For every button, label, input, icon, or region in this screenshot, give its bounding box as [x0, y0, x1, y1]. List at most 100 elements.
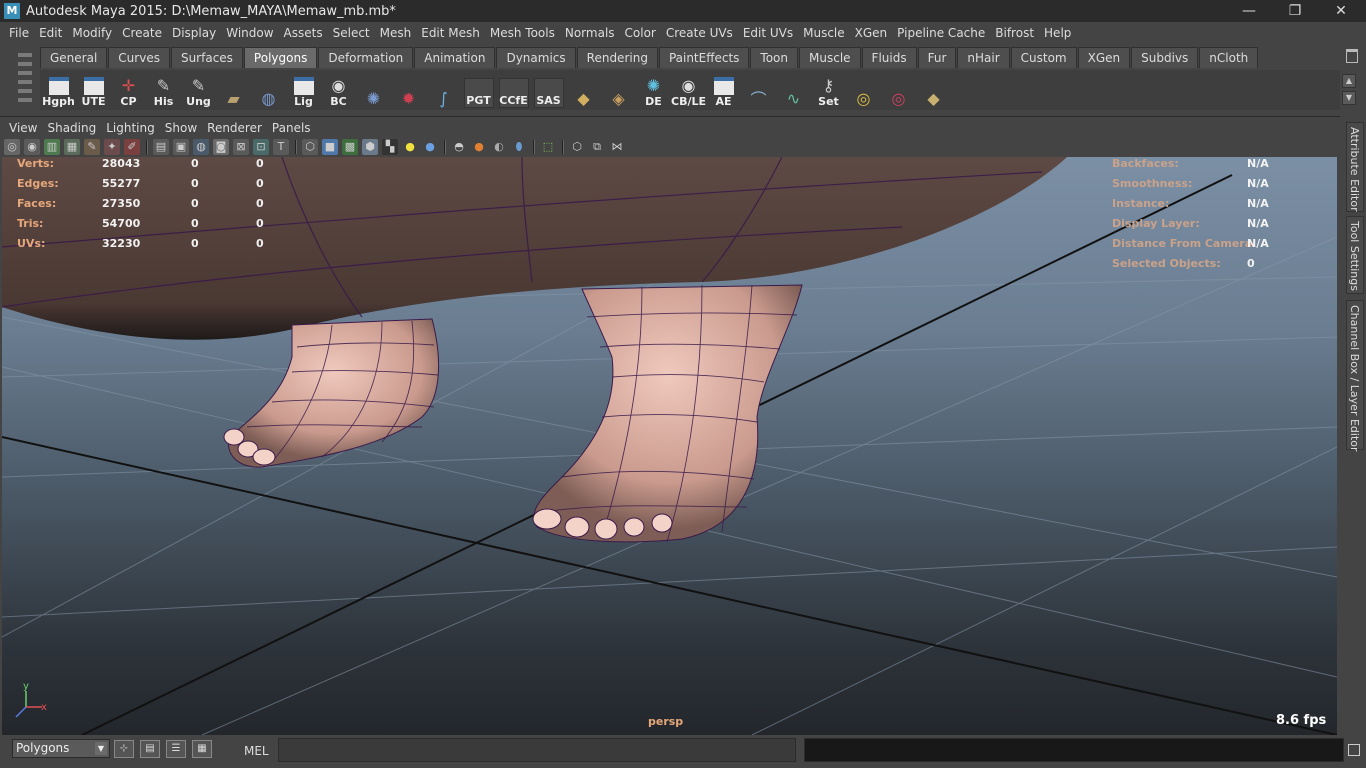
shelf-tab-xgen[interactable]: XGen	[1077, 47, 1131, 68]
tab-channel-box-layer-editor[interactable]: Channel Box / Layer Editor	[1346, 300, 1364, 452]
tab-tool-settings[interactable]: Tool Settings	[1346, 216, 1364, 294]
shelf-button-bc[interactable]: ◉ BC	[322, 72, 355, 109]
menu-mesh-tools[interactable]: Mesh Tools	[485, 26, 560, 40]
tab-attribute-editor[interactable]: Attribute Editor	[1346, 122, 1364, 212]
shelf-tab-animation[interactable]: Animation	[414, 47, 496, 68]
shelf-button-tool-11[interactable]: ✹	[392, 72, 425, 108]
menu-pipeline-cache[interactable]: Pipeline Cache	[892, 26, 990, 40]
bookmark-icon[interactable]: ▥	[44, 139, 60, 155]
shelf-button-ccfe[interactable]: CCfE	[497, 72, 530, 108]
safe-title-icon[interactable]: T	[273, 139, 289, 155]
grid-icon[interactable]: ▤	[153, 139, 169, 155]
menu-normals[interactable]: Normals	[560, 26, 620, 40]
show-script-editor-icon[interactable]: ▤	[140, 740, 160, 758]
shelf-button-tool-16[interactable]: ◆	[567, 72, 600, 108]
menu-color[interactable]: Color	[620, 26, 661, 40]
shelf-button-tool-6[interactable]: ▰	[217, 72, 250, 108]
image-plane-icon[interactable]: ▦	[64, 139, 80, 155]
use-all-lights-icon[interactable]: ●	[402, 139, 418, 155]
motion-blur-icon[interactable]: ●	[471, 139, 487, 155]
camera-pen-icon[interactable]: ✐	[124, 139, 140, 155]
depth-of-field-icon[interactable]: ⬮	[511, 139, 527, 155]
film-gate-icon[interactable]: ▣	[173, 139, 189, 155]
maximize-button[interactable]: ❐	[1272, 0, 1318, 22]
shelf-button-tool-24[interactable]: ◎	[847, 72, 880, 108]
shelf-tab-dynamics[interactable]: Dynamics	[496, 47, 576, 68]
shelf-button-tool-17[interactable]: ◈	[602, 72, 635, 108]
smooth-shade-icon[interactable]: ■	[322, 139, 338, 155]
shelf-tab-toon[interactable]: Toon	[750, 47, 799, 68]
menu-window[interactable]: Window	[221, 26, 278, 40]
menu-create[interactable]: Create	[117, 26, 167, 40]
shelf-tab-deformation[interactable]: Deformation	[318, 47, 414, 68]
shelf-tab-painteffects[interactable]: PaintEffects	[658, 47, 750, 68]
shelf-button-ae[interactable]: AE	[707, 72, 740, 108]
multisample-aa-icon[interactable]: ◐	[491, 139, 507, 155]
shelf-button-de[interactable]: ✺ DE	[637, 72, 670, 109]
wireframe-on-shaded-icon[interactable]: ▩	[342, 139, 358, 155]
shelf-button-cp[interactable]: ✛ CP	[112, 72, 145, 109]
shadows-icon[interactable]: ●	[422, 139, 438, 155]
xray-active-components-icon[interactable]: ⋈	[609, 139, 625, 155]
snap-together-icon[interactable]: ⊹	[114, 740, 134, 758]
script-editor-icon[interactable]	[1348, 744, 1360, 756]
menu-set-dropdown[interactable]: Polygons ▼	[12, 739, 110, 758]
shelf-tab-fluids[interactable]: Fluids	[861, 47, 917, 68]
shelf-tab-curves[interactable]: Curves	[108, 47, 170, 68]
shelf-button-tool-10[interactable]: ✺	[357, 72, 390, 108]
resolution-gate-icon[interactable]: ◍	[193, 139, 209, 155]
xray-icon[interactable]: ⬡	[569, 139, 585, 155]
scroll-up-icon[interactable]: ▲	[1342, 74, 1356, 88]
shelf-button-tool-7[interactable]: ◍	[252, 72, 285, 108]
grease-pencil-icon[interactable]: ✎	[84, 139, 100, 155]
shelf-button-tool-25[interactable]: ◎	[882, 72, 915, 108]
menu-muscle[interactable]: Muscle	[798, 26, 850, 40]
shelf-tab-polygons[interactable]: Polygons	[243, 47, 318, 68]
mel-label[interactable]: MEL	[244, 744, 269, 758]
show-layer-editor-icon[interactable]: ▦	[192, 740, 212, 758]
shelf-tab-ncloth[interactable]: nCloth	[1199, 47, 1259, 68]
menu-display[interactable]: Display	[167, 26, 221, 40]
textured-icon[interactable]: ▚	[382, 139, 398, 155]
trash-icon[interactable]	[1346, 49, 1358, 63]
panel-menu-lighting[interactable]: Lighting	[101, 121, 160, 135]
wireframe-icon[interactable]: ⬡	[302, 139, 318, 155]
shelf-button-tool-21[interactable]: ⌒	[742, 72, 775, 109]
shelf-button-tool-22[interactable]: ∿	[777, 72, 810, 108]
shelf-button-his[interactable]: ✎ His	[147, 72, 180, 109]
menu-assets[interactable]: Assets	[279, 26, 328, 40]
panel-menu-renderer[interactable]: Renderer	[202, 121, 267, 135]
2d-pan-icon[interactable]: ✦	[104, 139, 120, 155]
gate-mask-icon[interactable]: ◙	[213, 139, 229, 155]
shelf-button-ung[interactable]: ✎ Ung	[182, 72, 215, 109]
menu-edit-uvs[interactable]: Edit UVs	[738, 26, 798, 40]
shelf-button-tool-12[interactable]: ∫	[427, 72, 460, 108]
menu-bifrost[interactable]: Bifrost	[990, 26, 1039, 40]
menu-select[interactable]: Select	[328, 26, 375, 40]
shelf-button-sas[interactable]: SAS	[532, 72, 565, 108]
menu-edit-mesh[interactable]: Edit Mesh	[416, 26, 485, 40]
shelf-tab-custom[interactable]: Custom	[1010, 47, 1077, 68]
scroll-down-icon[interactable]: ▼	[1342, 91, 1356, 105]
default-material-icon[interactable]: ⬢	[362, 139, 378, 155]
menu-file[interactable]: File	[4, 26, 34, 40]
shelf-grip-handle[interactable]	[14, 48, 36, 108]
panel-menu-panels[interactable]: Panels	[267, 121, 316, 135]
minimize-button[interactable]: —	[1226, 0, 1272, 22]
shelf-button-set[interactable]: ⚷ Set	[812, 72, 845, 109]
shelf-button-lig[interactable]: Lig	[287, 72, 320, 108]
shelf-tab-subdivs[interactable]: Subdivs	[1131, 47, 1199, 68]
panel-menu-view[interactable]: View	[4, 121, 42, 135]
select-camera-icon[interactable]: ◎	[4, 139, 20, 155]
shelf-button-hgph[interactable]: Hgph	[42, 72, 75, 108]
shelf-tab-general[interactable]: General	[40, 47, 108, 68]
shelf-button-cb-le[interactable]: ◉ CB/LE	[671, 72, 706, 109]
menu-xgen[interactable]: XGen	[850, 26, 893, 40]
panel-menu-show[interactable]: Show	[160, 121, 202, 135]
panel-menu-shading[interactable]: Shading	[42, 121, 101, 135]
safe-action-icon[interactable]: ⊡	[253, 139, 269, 155]
menu-modify[interactable]: Modify	[67, 26, 117, 40]
menu-help[interactable]: Help	[1039, 26, 1076, 40]
camera-attributes-icon[interactable]: ◉	[24, 139, 40, 155]
perspective-viewport[interactable]: y x Verts: 28043 0 0 Edges: 55277 0 0 Faces: 2735…	[2, 157, 1337, 735]
